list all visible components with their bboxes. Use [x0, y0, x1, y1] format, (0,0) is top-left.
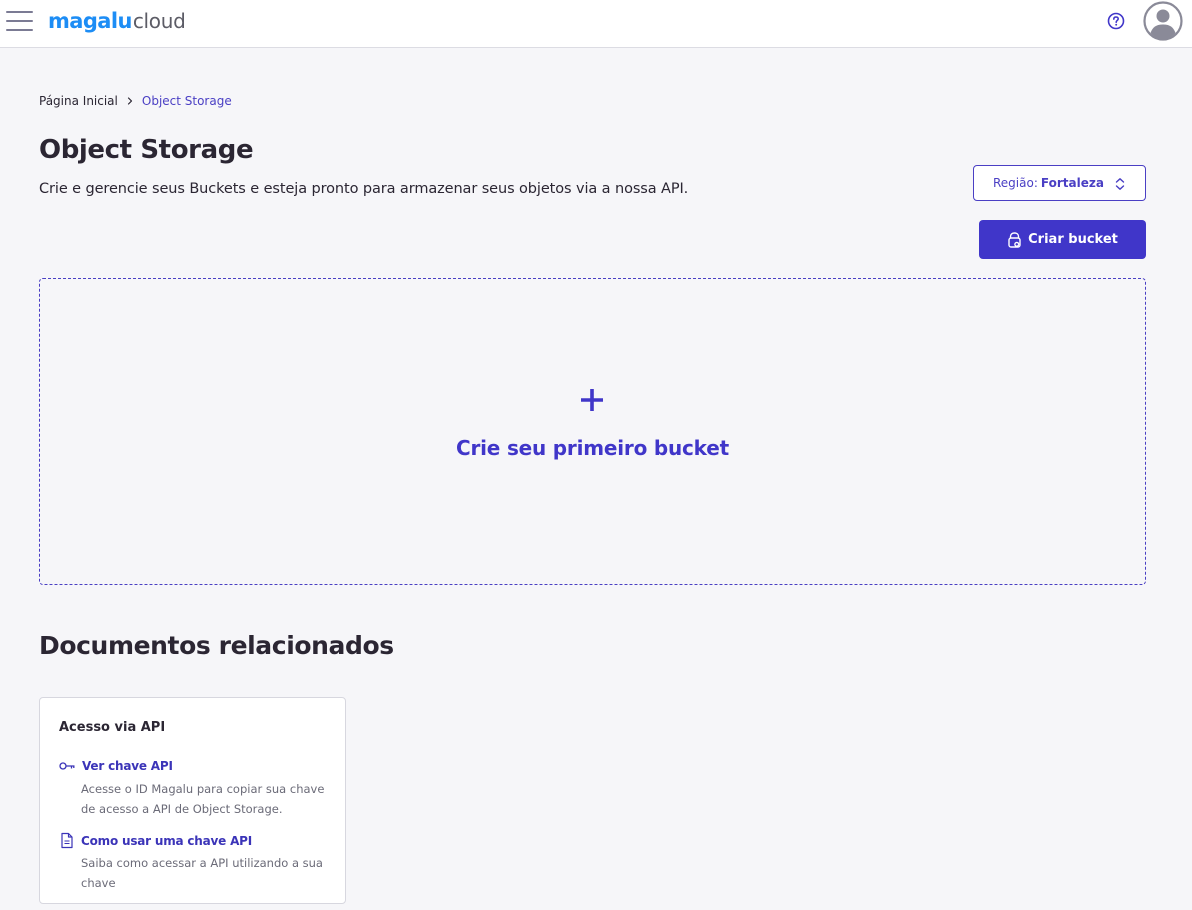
breadcrumb: Página Inicial Object Storage — [39, 93, 232, 109]
view-api-key-link[interactable]: Ver chave API — [59, 759, 173, 773]
api-access-card: Acesso via API Ver chave API Acesse o ID… — [39, 697, 346, 904]
key-icon — [59, 762, 75, 770]
logo-brand-text: magalu — [48, 9, 132, 33]
help-circle-icon[interactable] — [1107, 12, 1125, 30]
breadcrumb-current: Object Storage — [141, 94, 232, 108]
view-api-key-label: Ver chave API — [82, 759, 173, 773]
how-to-use-api-key-description: Saiba como acessar a API utilizando a su… — [81, 856, 323, 890]
region-select[interactable]: Região: Fortaleza — [973, 165, 1146, 201]
breadcrumb-home-link[interactable]: Página Inicial — [39, 93, 118, 109]
region-label: Região: — [993, 176, 1038, 190]
card-title: Acesso via API — [59, 720, 166, 735]
create-first-bucket-text: Crie seu primeiro bucket — [456, 436, 729, 460]
how-to-use-api-key-link[interactable]: Como usar uma chave API — [59, 832, 252, 849]
page-subtitle: Crie e gerencie seus Buckets e esteja pr… — [39, 181, 689, 197]
chevron-up-down-icon — [1115, 178, 1125, 190]
create-bucket-button[interactable]: Criar bucket — [979, 220, 1146, 259]
how-to-use-api-key-label: Como usar uma chave API — [81, 833, 253, 848]
page-title: Object Storage — [39, 135, 254, 165]
magalu-cloud-logo[interactable]: magalu cloud — [48, 8, 186, 34]
bucket-icon — [1008, 231, 1021, 248]
logo-product-text: cloud — [132, 9, 186, 33]
top-bar: magalu cloud — [0, 0, 1192, 48]
hamburger-menu-icon[interactable] — [6, 11, 33, 31]
view-api-key-description: Acesse o ID Magalu para copiar sua chave… — [81, 782, 325, 816]
document-icon — [61, 832, 73, 849]
user-avatar-icon[interactable] — [1143, 1, 1183, 41]
region-value: Fortaleza — [1040, 176, 1104, 190]
plus-icon — [581, 389, 603, 411]
related-docs-title: Documentos relacionados — [39, 631, 394, 660]
create-first-bucket-area[interactable]: Crie seu primeiro bucket — [39, 278, 1146, 585]
chevron-right-icon — [127, 97, 132, 105]
create-bucket-label: Criar bucket — [1028, 232, 1118, 247]
